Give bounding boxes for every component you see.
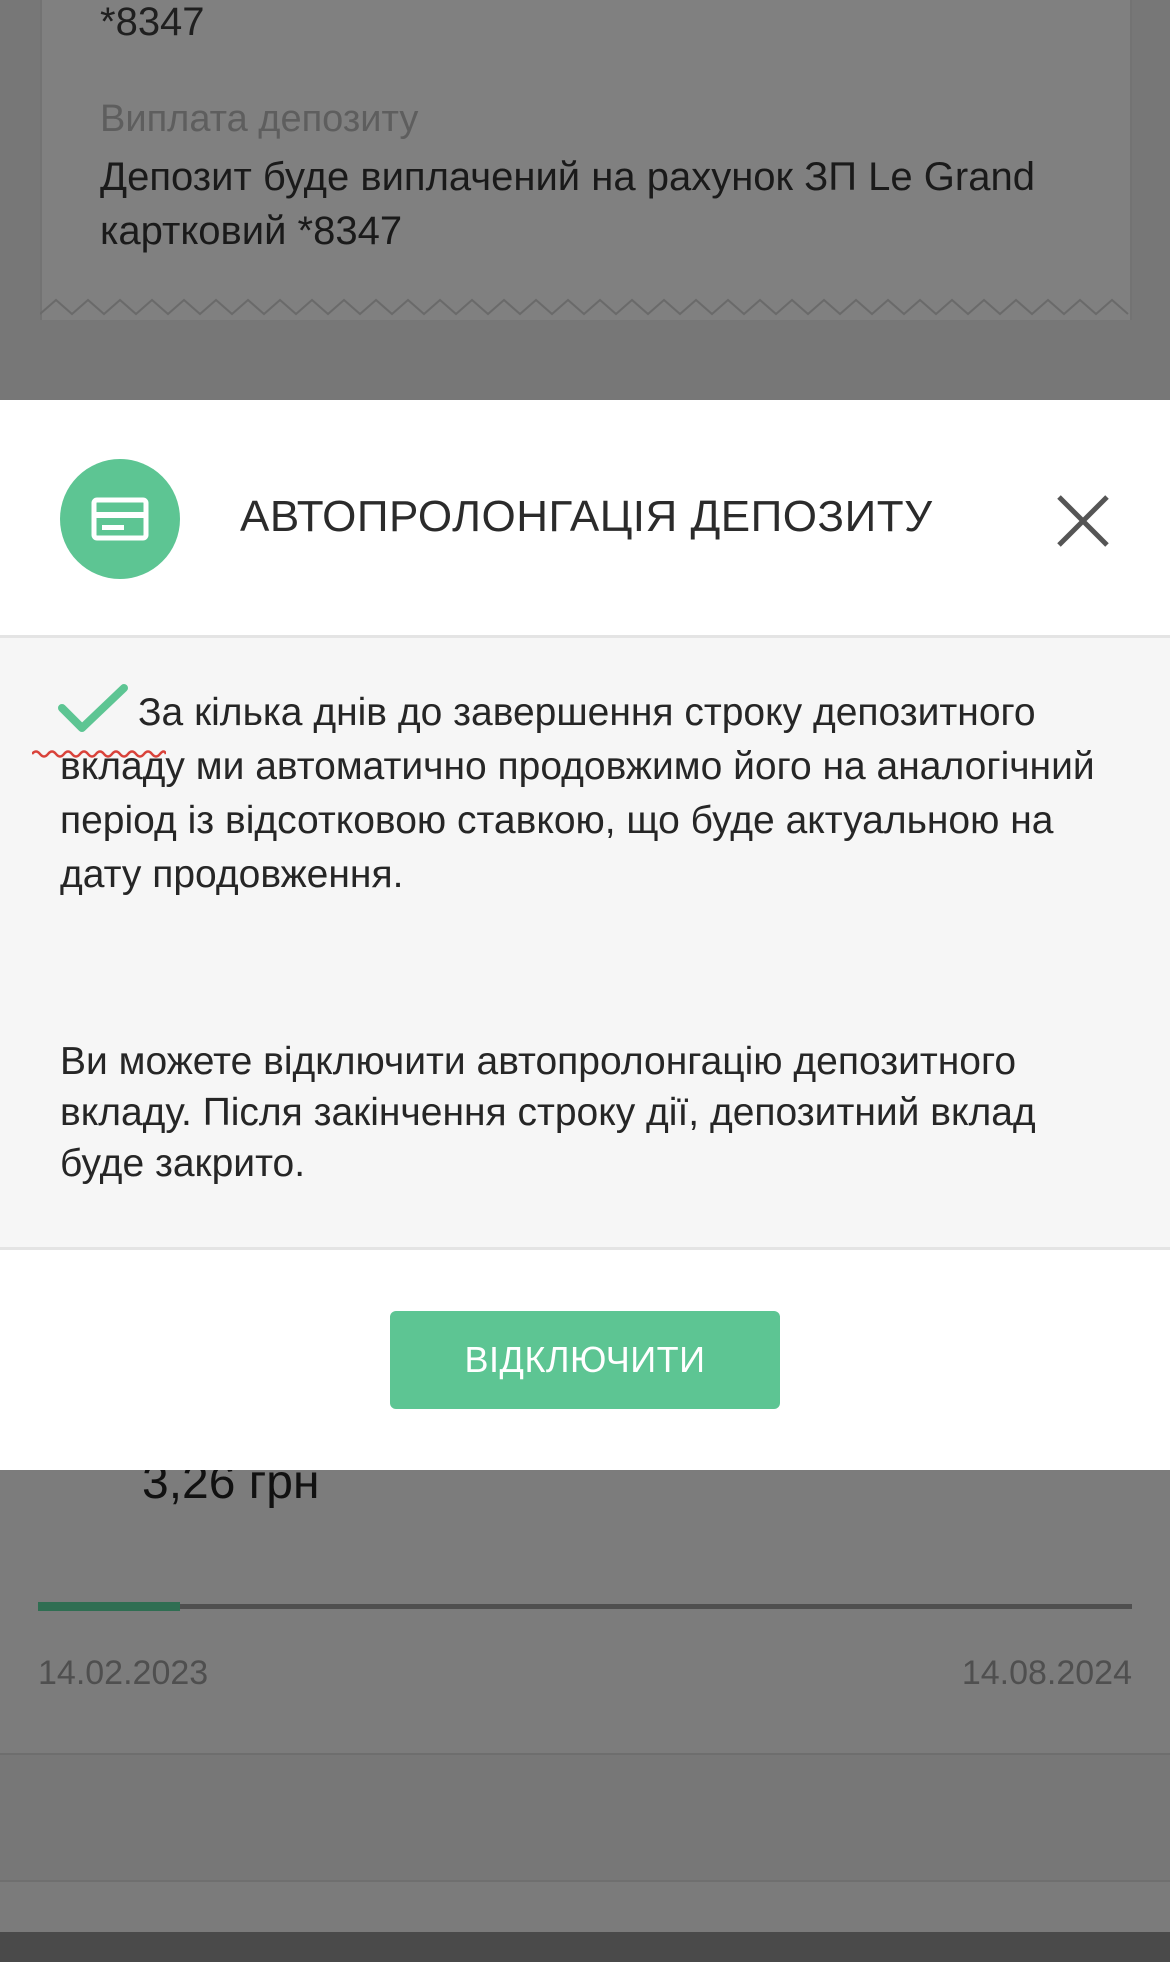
close-icon[interactable] [1050,488,1116,554]
disable-button[interactable]: ВІДКЛЮЧИТИ [390,1311,780,1409]
start-date: 14.02.2023 [38,1654,209,1692]
deposit-progress-card [0,1470,1170,1755]
credit-card-icon [60,459,180,579]
deposit-progress-fill [38,1602,180,1611]
modal-title: АВТОПРОЛОНГАЦІЯ ДЕПОЗИТУ [240,492,933,541]
payout-label: Виплата депозиту [100,98,419,140]
modal-body: За кілька днів до завершення строку депо… [0,638,1170,1250]
card-zigzag-edge [40,298,1129,316]
end-date: 14.08.2024 [961,1654,1132,1692]
payout-text: Депозит буде виплачений на рахунок ЗП Le… [100,155,1035,253]
deposit-progress-track [38,1604,1132,1609]
bottom-section [0,1880,1170,1932]
account-suffix: *8347 [100,0,205,44]
bottom-bar [0,1932,1170,1962]
prolongation-description: За кілька днів до завершення строку депо… [60,691,1095,896]
autoprolongation-modal: АВТОПРОЛОНГАЦІЯ ДЕПОЗИТУ За кілька днів … [0,400,1170,1470]
disable-info: Ви можете відключити автопролонгацію деп… [60,1040,1036,1185]
modal-header: АВТОПРОЛОНГАЦІЯ ДЕПОЗИТУ [0,400,1170,638]
